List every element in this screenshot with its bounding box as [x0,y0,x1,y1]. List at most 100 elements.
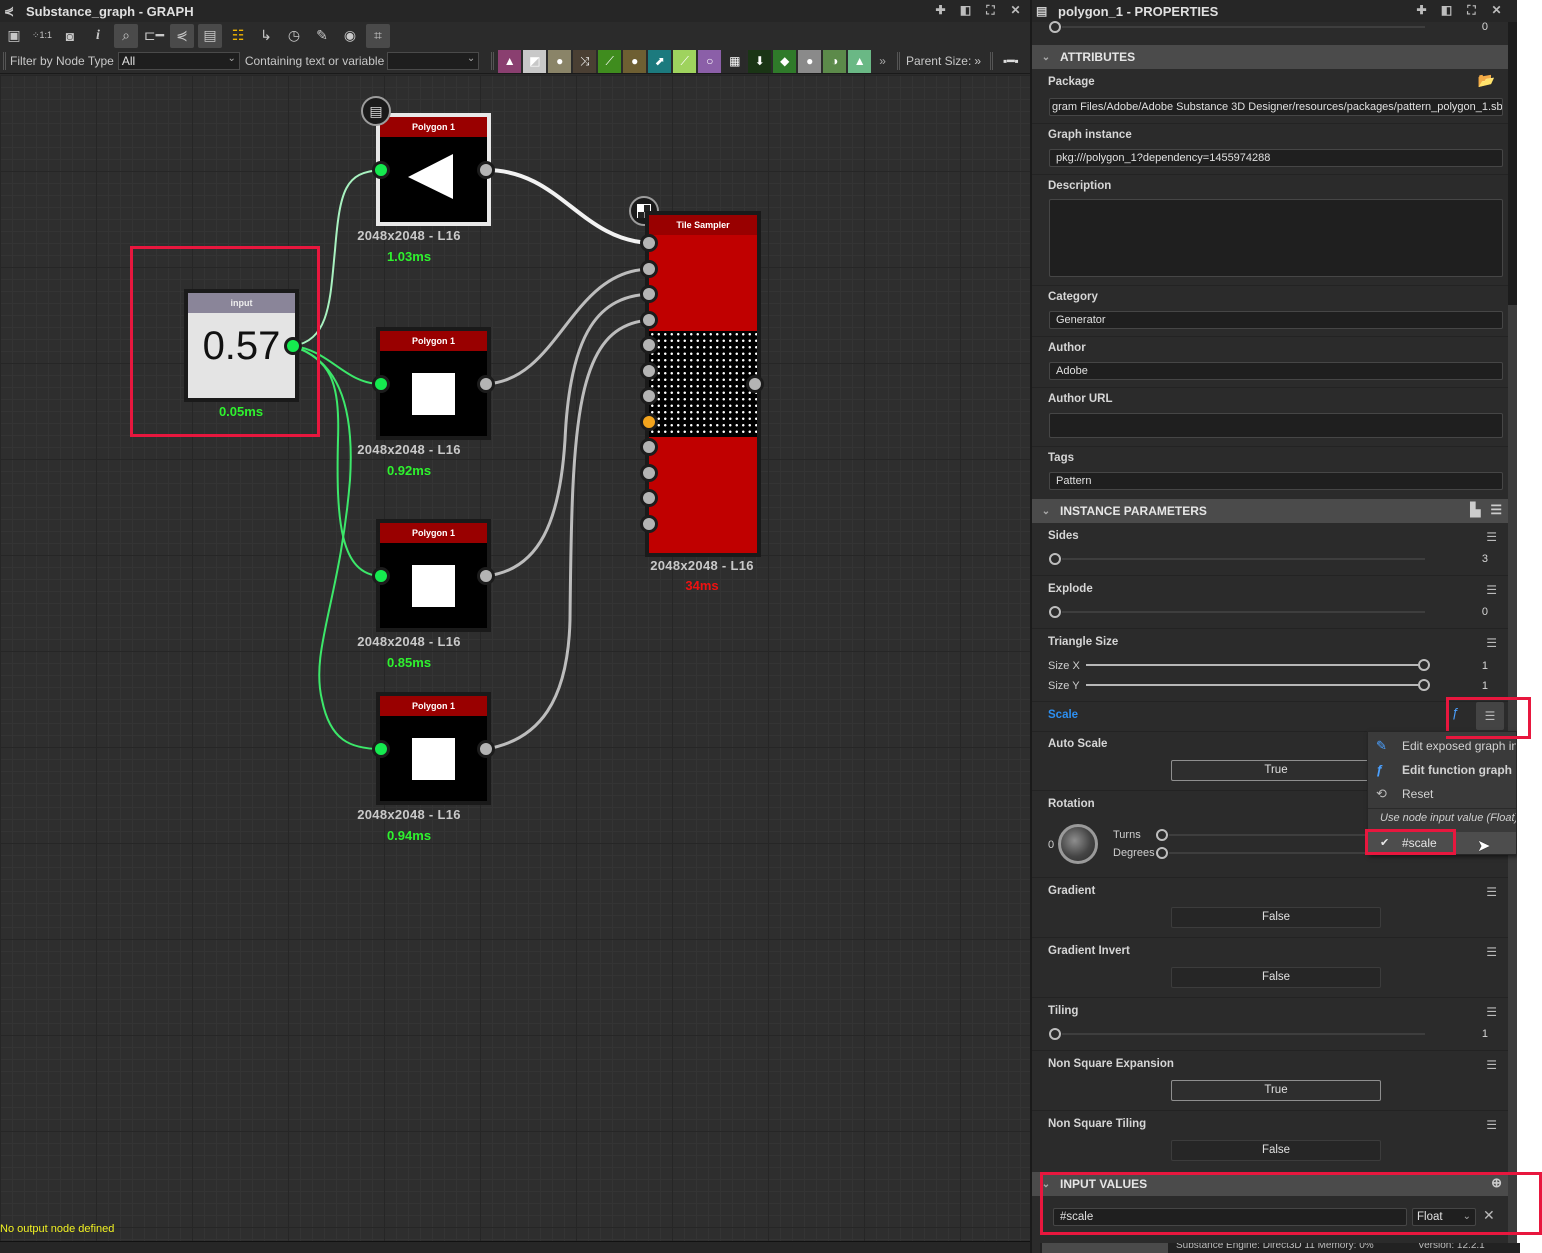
top-slider-knob[interactable] [1049,21,1061,33]
transform-filter-icon[interactable]: ⤨ [573,49,597,73]
float-icon[interactable]: ◧ [1438,2,1455,19]
warp-filter-icon[interactable]: ⬈ [648,49,672,73]
wire-polygon-2-tile[interactable] [485,267,651,386]
more-filters-button[interactable]: » [879,54,886,68]
search-icon[interactable]: ⌕ [114,23,138,48]
blur-filter-icon[interactable]: ○ [698,49,722,73]
toolbar-grip[interactable] [990,52,993,70]
preset-icon[interactable]: ▙ [1470,502,1480,518]
pin-icon[interactable]: ✚ [1413,2,1430,19]
tools-icon[interactable]: ✎ [310,24,334,48]
tile-sampler-input-port[interactable] [640,412,658,431]
tile-sampler-input-port[interactable] [640,285,658,303]
polygon-output-port[interactable] [477,161,495,179]
degrees-slider-track[interactable] [1169,852,1369,854]
pin-icon[interactable]: ✚ [932,2,949,19]
folder-icon[interactable]: 📂 [1478,72,1495,89]
graph-instance-field[interactable]: pkg:///polygon_1?dependency=1455974288 [1049,149,1503,167]
polygon-input-port[interactable] [372,740,390,758]
size-x-slider-track[interactable] [1086,664,1418,666]
preview-icon[interactable]: ◉ [338,24,362,48]
timer-icon[interactable]: ◷ [282,24,306,48]
wire-polygon-1-tile[interactable] [485,168,651,245]
polygon-node[interactable]: Polygon 1 [376,519,491,632]
non-square-tiling-toggle[interactable]: False [1171,1140,1381,1161]
wire-polygon-3-tile[interactable] [485,292,651,578]
maximize-icon[interactable]: ⛶ [982,2,999,19]
containing-text-input[interactable]: ⌄ [387,52,480,70]
param-menu-icon[interactable]: ☰ [1486,1005,1497,1019]
curve-filter-icon[interactable]: ⟋ [598,49,622,73]
tile-sampler-input-port[interactable] [640,489,658,507]
wire-polygon-4-tile[interactable] [485,318,651,751]
node-link-icon[interactable]: ⊏━ [142,24,166,48]
distance-filter-icon[interactable]: ⟋ [673,49,697,73]
sides-slider-track[interactable] [1062,558,1425,560]
section-menu-icon[interactable]: ☰ [1490,502,1502,518]
graph-layout-icon[interactable]: ⋞ [170,23,194,48]
tile-sampler-input-port[interactable] [640,514,658,533]
frame-all-icon[interactable]: ▣ [2,24,26,48]
normal-filter-icon[interactable]: ● [798,49,822,73]
description-field[interactable] [1049,199,1503,277]
menu-item-edit-function-graph[interactable]: ƒ Edit function graph [1368,758,1516,782]
snap-grid-icon[interactable]: ⌗ [366,23,390,48]
gradient-invert-toggle[interactable]: False [1171,967,1381,988]
attributes-header[interactable]: ⌄ ATTRIBUTES [1032,45,1508,69]
turns-slider-track[interactable] [1169,834,1369,836]
tile-sampler-input-port[interactable] [640,361,658,380]
author-url-field[interactable] [1049,413,1503,438]
menu-item-reset[interactable]: ⟲ Reset [1368,782,1516,806]
levels-filter-icon[interactable]: ◑ [823,49,847,73]
info-icon[interactable]: i [86,24,110,48]
close-icon[interactable]: ✕ [1007,2,1024,19]
param-menu-icon[interactable]: ☰ [1486,1058,1497,1072]
size-y-slider-track[interactable] [1086,684,1418,686]
turns-slider-knob[interactable] [1156,829,1168,841]
polygon-node[interactable]: Polygon 1 [376,113,491,226]
polygon-node[interactable]: Polygon 1 [376,327,491,440]
instance-parameters-header[interactable]: ⌄ INSTANCE PARAMETERS ▙ ☰ [1032,499,1508,523]
input-filter-icon[interactable]: ◆ [773,49,797,73]
size-y-slider-knob[interactable] [1418,679,1430,691]
tile-sampler-input-port[interactable] [640,387,658,405]
tiling-slider-knob[interactable] [1049,1028,1061,1040]
tile-sampler-input-port[interactable] [640,438,658,456]
author-field[interactable]: Adobe [1049,362,1503,380]
polygon-node[interactable]: Polygon 1 [376,692,491,805]
size-x-slider-knob[interactable] [1418,659,1430,671]
param-menu-icon[interactable]: ☰ [1486,583,1497,597]
param-menu-icon[interactable]: ☰ [1486,636,1497,650]
zoom-1to1-icon[interactable]: ⁘1:1 [30,24,54,48]
tile-sampler-output-port[interactable] [746,375,764,393]
align-icon[interactable]: ☷ [226,24,250,48]
sides-slider-knob[interactable] [1049,553,1061,565]
screenshot-icon[interactable]: ◙ [58,24,82,48]
top-slider-track[interactable] [1062,26,1425,28]
node-type-select[interactable]: All ⌄ [117,52,240,70]
maximize-icon[interactable]: ⛶ [1463,2,1480,19]
category-field[interactable]: Generator [1049,311,1503,329]
param-menu-icon[interactable]: ☰ [1486,1118,1497,1132]
non-square-expansion-toggle[interactable]: True [1171,1080,1381,1101]
polygon-input-port[interactable] [372,567,390,585]
polygon-input-port[interactable] [372,375,390,393]
polygon-output-port[interactable] [477,375,495,393]
bitmap-filter-icon[interactable]: ▲ [498,49,522,73]
tile-sampler-input-port[interactable] [640,234,658,252]
output-filter-icon[interactable]: ⬇ [748,49,772,73]
gradient-map-filter-icon[interactable]: ● [623,49,647,73]
input-node-output-port[interactable] [284,337,302,355]
toolbar-grip[interactable] [3,52,6,70]
close-icon[interactable]: ✕ [1488,2,1505,19]
tile-sampler-input-port[interactable] [640,463,658,482]
toolbar-grip[interactable] [896,52,900,70]
connector-icon[interactable]: ↳ [254,24,278,48]
auto-scale-toggle[interactable]: True [1171,760,1381,781]
polygon-input-port[interactable] [372,161,390,179]
tile-sampler-input-port[interactable] [640,336,658,354]
float-icon[interactable]: ◧ [957,2,974,19]
tags-field[interactable]: Pattern [1049,472,1503,490]
explode-slider-knob[interactable] [1049,606,1061,618]
degrees-slider-knob[interactable] [1156,847,1168,859]
